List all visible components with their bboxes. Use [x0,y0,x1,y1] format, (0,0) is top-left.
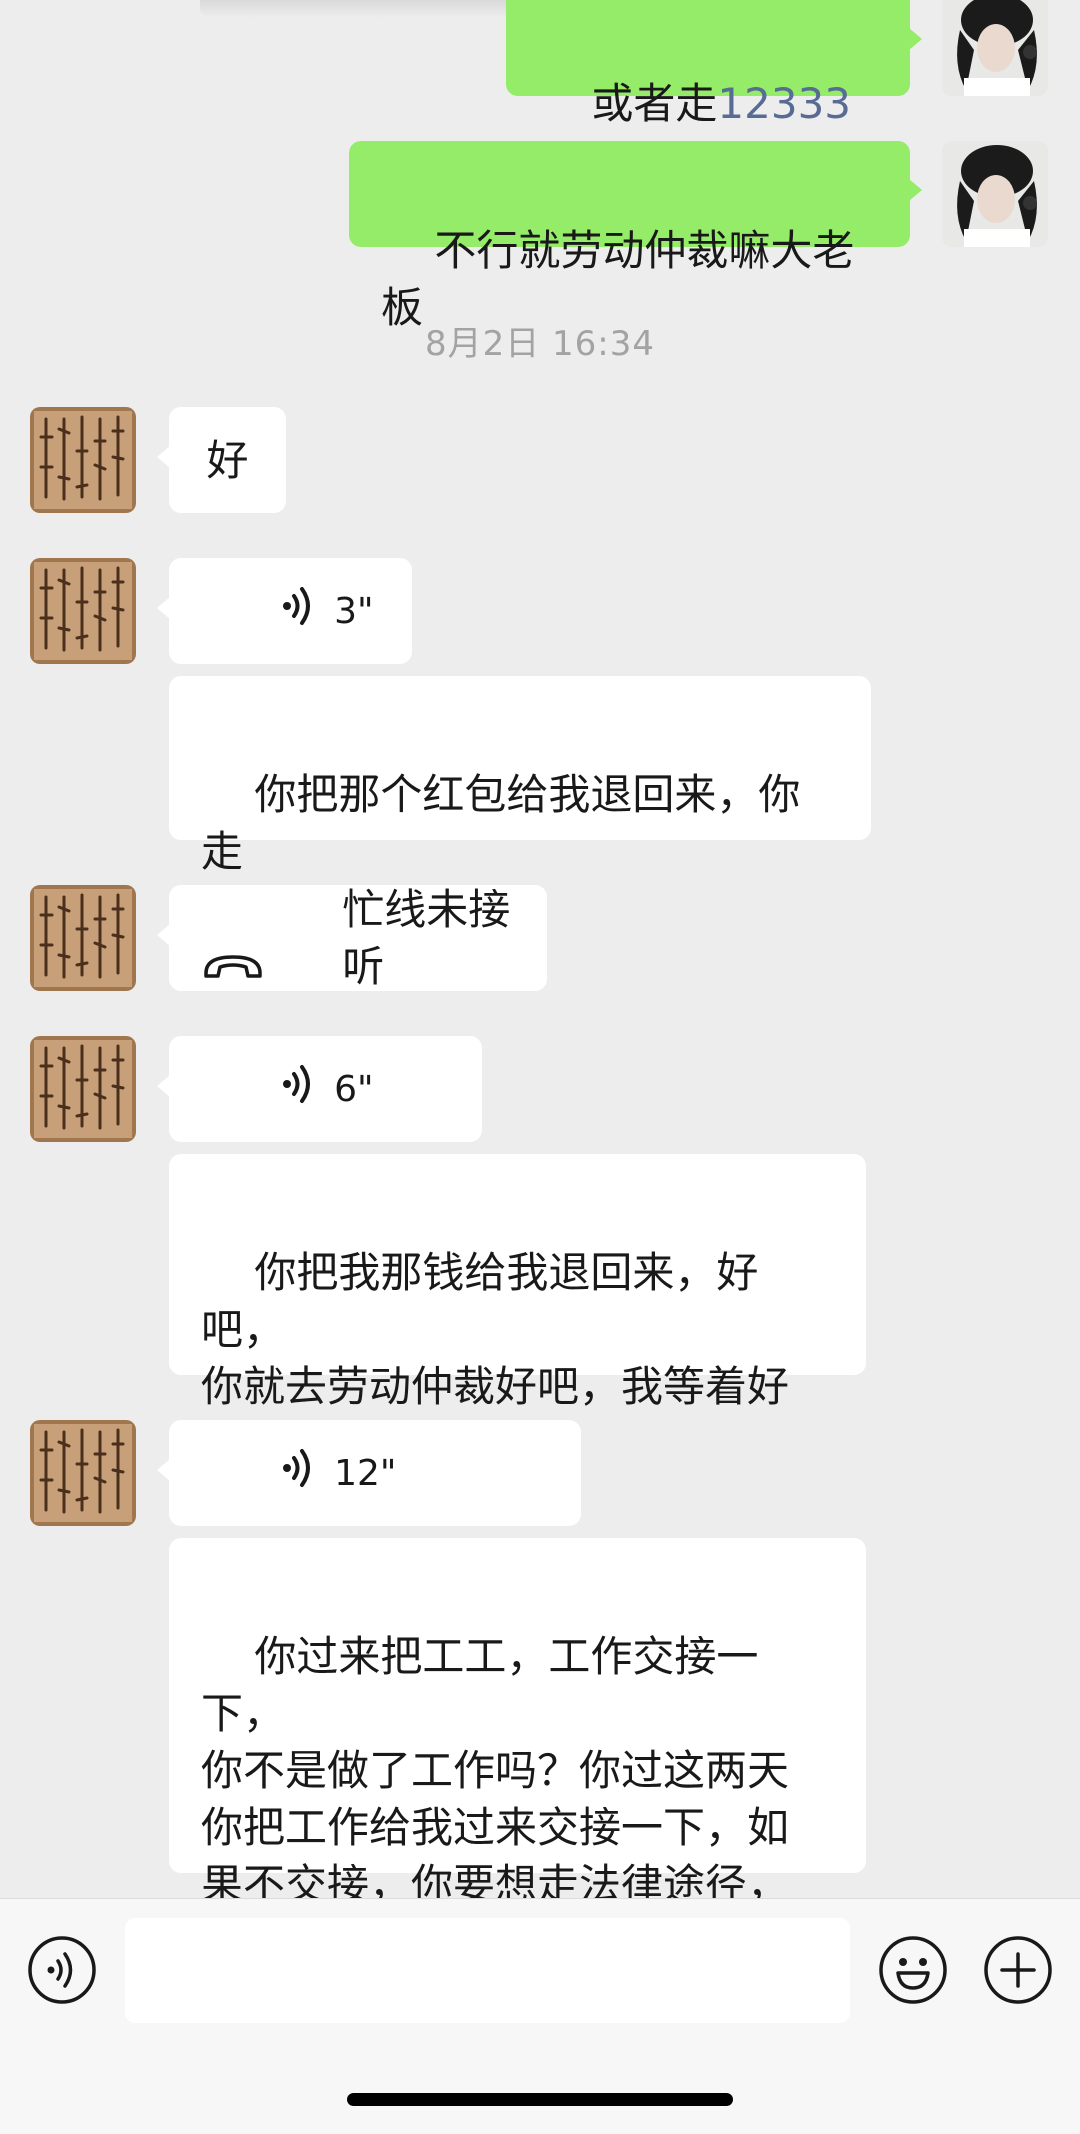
voice-wave-icon [202,526,316,697]
self-avatar[interactable] [942,0,1048,96]
message-timestamp: 8月2日 16:34 [424,324,656,364]
more-options-button[interactable] [983,1935,1053,2005]
voice-transcript-bubble[interactable]: 你把那个红包给我退回来，你走 12135 吧。 [169,676,871,933]
voice-message-bubble[interactable]: 6" [157,1036,482,1142]
outgoing-message-bubble[interactable]: 不行就劳动仲裁嘛大老板 [349,141,922,332]
self-avatar[interactable] [942,141,1048,247]
voice-message-bubble[interactable]: 12" [157,1420,581,1526]
plus-icon [984,1936,1052,2004]
phone-number-link[interactable]: 12333 [717,79,851,128]
contact-avatar[interactable] [30,885,136,991]
emoji-button[interactable] [878,1935,948,2005]
voice-duration: 3" [334,590,374,632]
voice-transcript-bubble[interactable]: 你过来把工工，工作交接一下， 你不是做了工作吗？你过这两天 你把工作给我过来交接… [169,1538,866,1898]
emoji-icon [879,1936,947,2004]
home-indicator[interactable] [347,2093,733,2106]
transcript-text: 你过来把工工，工作交接一下， 你不是做了工作吗？你过这两天 你把工作给我过来交接… [201,1632,790,1898]
voice-transcript-bubble[interactable]: 你把我那钱给我退回来，好吧， 你就去劳动仲裁好吧，我等着好 吧。 [169,1154,866,1468]
voice-input-button[interactable] [27,1935,97,2005]
message-input[interactable] [125,1918,850,2023]
voice-message-bubble[interactable]: 3" [157,558,412,664]
voice-wave-icon [202,1388,316,1559]
message-text: 好 [206,435,249,485]
outgoing-message-bubble[interactable]: 或者走12333吧? [506,0,922,185]
contact-avatar[interactable] [30,1420,136,1526]
chat-message-list[interactable]: 或者走12333吧? 不行就劳动仲裁嘛大老板 8月2日 16:34 [0,0,1080,1898]
contact-avatar[interactable] [30,558,136,664]
contact-avatar[interactable] [30,1036,136,1142]
message-text-prefix: 或者走 [591,79,718,128]
voice-duration: 12" [334,1452,397,1494]
contact-avatar[interactable] [30,407,136,513]
call-record-bubble[interactable]: 忙线未接听 [157,885,547,991]
voice-duration: 6" [334,1068,374,1110]
voice-icon [28,1936,96,2004]
incoming-message-bubble[interactable]: 好 [157,407,286,513]
call-status-label: 忙线未接听 [342,885,511,991]
voice-wave-icon [202,1004,316,1175]
